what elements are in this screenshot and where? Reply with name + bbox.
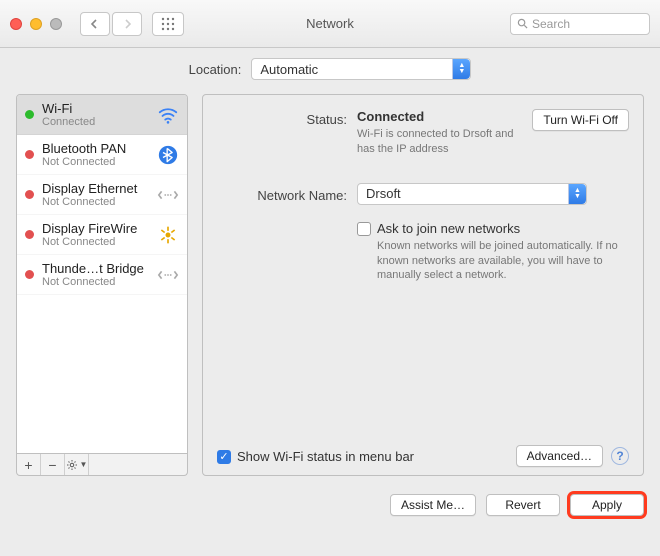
advanced-button[interactable]: Advanced… xyxy=(516,445,603,467)
list-action-bar: + − ▼ xyxy=(16,454,188,476)
ask-to-join-description: Known networks will be joined automatica… xyxy=(377,239,627,284)
location-row: Location: Automatic ▲▼ xyxy=(0,48,660,86)
service-status: Not Connected xyxy=(42,276,149,288)
nav-buttons xyxy=(80,12,142,36)
select-arrows-icon: ▲▼ xyxy=(568,184,586,204)
minimize-window-button[interactable] xyxy=(30,18,42,30)
gear-icon xyxy=(66,459,78,471)
search-placeholder: Search xyxy=(532,17,570,31)
search-icon xyxy=(517,18,528,29)
sidebar-item-bluetooth[interactable]: Bluetooth PAN Not Connected xyxy=(17,135,187,175)
status-value: Connected xyxy=(357,109,522,124)
ask-to-join-label: Ask to join new networks xyxy=(377,221,627,236)
location-value: Automatic xyxy=(260,62,444,77)
traffic-lights xyxy=(10,18,62,30)
status-dot-icon xyxy=(25,230,34,239)
apply-button[interactable]: Apply xyxy=(570,494,644,516)
close-window-button[interactable] xyxy=(10,18,22,30)
show-all-button[interactable] xyxy=(152,12,184,36)
add-service-button[interactable]: + xyxy=(17,454,41,475)
service-status: Not Connected xyxy=(42,236,149,248)
main-content: Wi-Fi Connected Bluetooth PAN Not Connec… xyxy=(0,86,660,484)
detail-panel: Status: Connected Wi-Fi is connected to … xyxy=(202,94,644,476)
turn-wifi-off-button[interactable]: Turn Wi-Fi Off xyxy=(532,109,629,131)
show-wifi-status-checkbox[interactable]: ✓ xyxy=(217,450,231,464)
status-dot-icon xyxy=(25,270,34,279)
status-dot-icon xyxy=(25,110,34,119)
revert-button[interactable]: Revert xyxy=(486,494,560,516)
ethernet-icon xyxy=(157,184,179,206)
footer-buttons: Assist Me… Revert Apply xyxy=(0,484,660,530)
network-name-label: Network Name: xyxy=(217,185,347,203)
ethernet-icon xyxy=(157,264,179,286)
remove-service-button[interactable]: − xyxy=(41,454,65,475)
bluetooth-icon xyxy=(157,144,179,166)
service-status: Not Connected xyxy=(42,156,149,168)
sidebar-item-display-ethernet[interactable]: Display Ethernet Not Connected xyxy=(17,175,187,215)
status-description: Wi-Fi is connected to Drsoft and has the… xyxy=(357,127,522,157)
service-status: Connected xyxy=(42,116,149,128)
service-name: Wi-Fi xyxy=(42,101,149,116)
ask-to-join-checkbox[interactable] xyxy=(357,222,371,236)
service-status: Not Connected xyxy=(42,196,149,208)
network-name-select[interactable]: Drsoft ▲▼ xyxy=(357,183,587,205)
grid-icon xyxy=(161,17,175,31)
sidebar-item-display-firewire[interactable]: Display FireWire Not Connected xyxy=(17,215,187,255)
assist-me-button[interactable]: Assist Me… xyxy=(390,494,476,516)
search-input[interactable]: Search xyxy=(510,13,650,35)
service-name: Bluetooth PAN xyxy=(42,141,149,156)
help-button[interactable]: ? xyxy=(611,447,629,465)
select-arrows-icon: ▲▼ xyxy=(452,59,470,79)
show-wifi-status-label: Show Wi-Fi status in menu bar xyxy=(237,449,414,464)
zoom-window-button[interactable] xyxy=(50,18,62,30)
service-name: Display FireWire xyxy=(42,221,149,236)
window-titlebar: Network Search xyxy=(0,0,660,48)
status-label: Status: xyxy=(217,109,347,157)
chevron-left-icon xyxy=(90,19,100,29)
chevron-right-icon xyxy=(122,19,132,29)
forward-button[interactable] xyxy=(112,12,142,36)
back-button[interactable] xyxy=(80,12,110,36)
location-select[interactable]: Automatic ▲▼ xyxy=(251,58,471,80)
status-dot-icon xyxy=(25,190,34,199)
location-label: Location: xyxy=(189,62,242,77)
wifi-icon xyxy=(157,104,179,126)
service-name: Display Ethernet xyxy=(42,181,149,196)
status-dot-icon xyxy=(25,150,34,159)
sidebar-item-thunderbolt-bridge[interactable]: Thunde…t Bridge Not Connected xyxy=(17,255,187,295)
chevron-down-icon: ▼ xyxy=(80,460,88,469)
network-list: Wi-Fi Connected Bluetooth PAN Not Connec… xyxy=(16,94,188,454)
network-name-value: Drsoft xyxy=(366,186,560,201)
service-options-button[interactable]: ▼ xyxy=(65,454,89,475)
network-sidebar: Wi-Fi Connected Bluetooth PAN Not Connec… xyxy=(16,94,188,476)
service-name: Thunde…t Bridge xyxy=(42,261,149,276)
firewire-icon xyxy=(157,224,179,246)
window-title: Network xyxy=(306,16,354,31)
sidebar-item-wifi[interactable]: Wi-Fi Connected xyxy=(17,95,187,135)
